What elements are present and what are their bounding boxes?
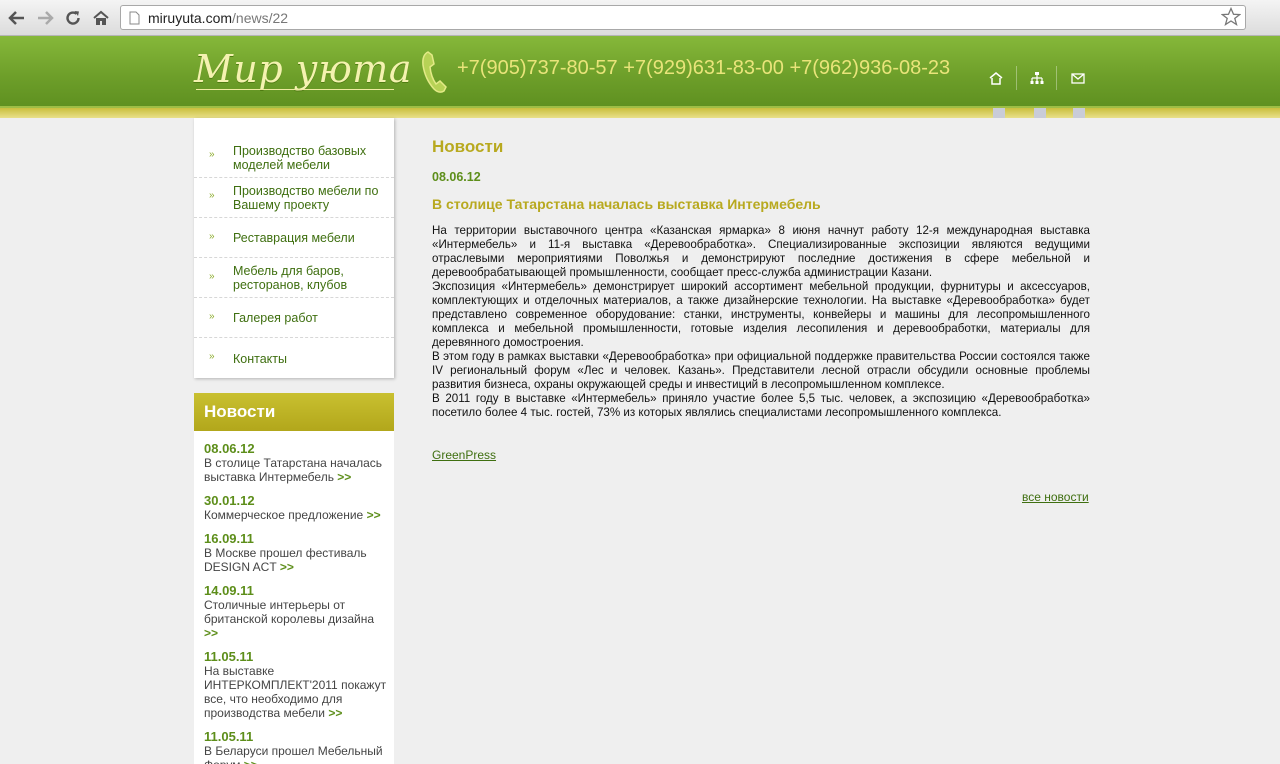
menu-item-label: Производство мебели по Вашему проекту — [233, 184, 379, 212]
news-more-link: >> — [279, 560, 294, 574]
home-button[interactable] — [89, 6, 113, 30]
chevron-right-icon: » — [209, 351, 215, 362]
sidebar-news-header: Новости — [194, 393, 394, 431]
chevron-right-icon: » — [209, 190, 215, 201]
menu-item-label: Реставрация мебели — [233, 231, 355, 245]
sitemap-icon[interactable] — [1029, 70, 1045, 86]
header-icon-separator — [1016, 66, 1017, 90]
site-logo[interactable]: Мир уюта — [194, 47, 412, 91]
phone-numbers: +7(905)737-80-57 +7(929)631-83-00 +7(962… — [457, 57, 951, 79]
news-date: 11.05.11 — [204, 649, 254, 664]
page-icon — [129, 11, 140, 25]
header-tab-decor — [1034, 108, 1046, 118]
reload-button[interactable] — [61, 6, 85, 30]
reload-icon — [66, 11, 80, 25]
back-button[interactable] — [5, 6, 29, 30]
logo-underline — [196, 89, 394, 90]
news-text[interactable]: В столице Татарстана началась выставка И… — [204, 456, 390, 484]
article-body: На территории выставочного центра «Казан… — [432, 224, 1090, 420]
news-list-item[interactable]: 11.05.11 В Беларуси прошел Мебельный Фор… — [204, 730, 390, 764]
news-text[interactable]: Столичные интерьеры от британской короле… — [204, 598, 390, 640]
news-text[interactable]: На выставке ИНТЕРКОМПЛЕКТ'2011 покажут в… — [204, 664, 390, 720]
menu-item-label: Галерея работ — [233, 311, 318, 325]
chevron-right-icon: » — [209, 149, 215, 160]
sidebar-menu: » Производство базовых моделей мебели » … — [194, 118, 394, 378]
page-title: Новости — [432, 137, 504, 156]
menu-item-gallery[interactable]: » Галерея работ — [194, 298, 394, 338]
url-host: miruyuta.com — [148, 10, 233, 26]
news-list-item[interactable]: 14.09.11 Столичные интерьеры от британск… — [204, 583, 390, 641]
news-list-item[interactable]: 16.09.11 В Москве прошел фестиваль DESIG… — [204, 531, 390, 575]
article-paragraph: В 2011 году в выставке «Интермебель» при… — [432, 392, 1090, 419]
header-tab-decor — [993, 108, 1005, 118]
forward-button[interactable] — [33, 6, 57, 30]
browser-toolbar: miruyuta.com/news/22 — [0, 0, 1280, 36]
sidebar-news-list: 08.06.12 В столице Татарстана началась в… — [194, 431, 394, 764]
source-link[interactable]: GreenPress — [432, 448, 496, 462]
news-more-link: >> — [244, 758, 258, 764]
menu-item-restoration[interactable]: » Реставрация мебели — [194, 218, 394, 258]
phone-icon — [422, 51, 447, 93]
bookmark-star-icon[interactable] — [1221, 7, 1241, 27]
article-paragraph: На территории выставочного центра «Казан… — [432, 224, 1090, 279]
news-list-item[interactable]: 30.01.12 Коммерческое предложение >> — [204, 493, 390, 523]
news-more-link: >> — [337, 470, 352, 484]
menu-item-bars-restaurants[interactable]: » Мебель для баров, ресторанов, клубов — [194, 258, 394, 298]
url-text: miruyuta.com/news/22 — [148, 10, 288, 26]
header-tab-decor — [1073, 108, 1085, 118]
news-more-link: >> — [328, 706, 343, 720]
chevron-right-icon: » — [209, 311, 215, 322]
news-text[interactable]: В Беларуси прошел Мебельный Форум >> — [204, 744, 390, 764]
mail-icon[interactable] — [1070, 70, 1086, 86]
menu-item-label: Контакты — [233, 352, 287, 366]
article-paragraph: В этом году в рамках выставки «Деревообр… — [432, 350, 1090, 391]
article-date: 08.06.12 — [432, 170, 481, 184]
menu-item-base-models[interactable]: » Производство базовых моделей мебели — [194, 136, 394, 178]
menu-item-contacts[interactable]: » Контакты — [194, 338, 394, 378]
chevron-right-icon: » — [209, 231, 215, 242]
header-stripe — [0, 108, 1280, 118]
forward-arrow-icon — [38, 11, 54, 25]
article-paragraph: Экспозиция «Интермебель» демонстрирует ш… — [432, 280, 1090, 349]
url-path: /news/22 — [232, 10, 289, 26]
menu-item-label: Производство базовых моделей мебели — [233, 144, 367, 172]
home-icon — [93, 10, 109, 25]
news-date: 16.09.11 — [204, 531, 254, 546]
back-arrow-icon — [8, 11, 24, 25]
header-icon-separator — [1056, 66, 1057, 90]
news-date: 30.01.12 — [204, 493, 255, 508]
menu-item-custom-project[interactable]: » Производство мебели по Вашему проекту — [194, 178, 394, 218]
address-bar[interactable]: miruyuta.com/news/22 — [120, 5, 1246, 30]
news-list-item[interactable]: 08.06.12 В столице Татарстана началась в… — [204, 441, 390, 485]
news-text[interactable]: В Москве прошел фестиваль DESIGN ACT >> — [204, 546, 390, 574]
menu-item-label: Мебель для баров, ресторанов, клубов — [233, 264, 348, 292]
all-news-link[interactable]: все новости — [1022, 490, 1089, 504]
news-list-item[interactable]: 11.05.11 На выставке ИНТЕРКОМПЛЕКТ'2011 … — [204, 649, 390, 721]
news-date: 11.05.11 — [204, 729, 254, 744]
news-date: 08.06.12 — [204, 441, 255, 456]
article-headline: В столице Татарстана началась выставка И… — [432, 196, 821, 212]
news-more-link: >> — [366, 508, 381, 522]
home-icon[interactable] — [988, 70, 1004, 86]
sidebar-news-title: Новости — [204, 402, 276, 421]
news-more-link: >> — [204, 626, 219, 640]
chevron-right-icon: » — [209, 271, 215, 282]
news-date: 14.09.11 — [204, 583, 254, 598]
news-text[interactable]: Коммерческое предложение >> — [204, 508, 390, 522]
